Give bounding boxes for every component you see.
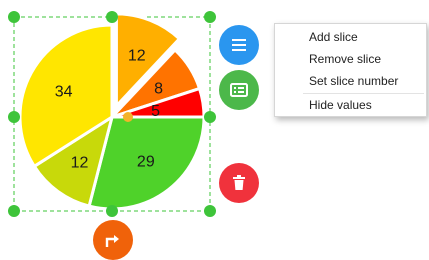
resize-handle[interactable]	[204, 11, 216, 23]
data-table-icon	[230, 83, 248, 97]
connector-arrow-icon	[105, 235, 119, 247]
resize-handle[interactable]	[204, 205, 216, 217]
trash-icon	[233, 175, 245, 190]
menu-item-hide-values[interactable]: Hide values	[309, 98, 372, 112]
menu-item-set-slice-number[interactable]: Set slice number	[309, 74, 398, 88]
pie-value-label: 12	[71, 155, 89, 172]
edit-data-button[interactable]	[219, 70, 259, 110]
pie-pivot-handle[interactable]	[123, 112, 133, 122]
connector-button[interactable]	[93, 220, 133, 260]
hamburger-icon	[232, 39, 246, 51]
pie-slices[interactable]	[18, 12, 206, 211]
pie-value-label: 12	[128, 48, 146, 65]
resize-handle[interactable]	[106, 205, 118, 217]
pie-value-label: 8	[154, 80, 163, 97]
menu-item-add-slice[interactable]: Add slice	[309, 30, 358, 44]
pie-value-label: 5	[151, 103, 160, 120]
resize-handle[interactable]	[8, 111, 20, 123]
resize-handle[interactable]	[204, 111, 216, 123]
resize-handle[interactable]	[8, 11, 20, 23]
menu-item-remove-slice[interactable]: Remove slice	[309, 52, 381, 66]
pie-value-label: 29	[137, 154, 155, 171]
pie-value-label: 34	[55, 83, 73, 100]
menu-separator	[303, 93, 424, 94]
delete-button[interactable]	[219, 163, 259, 203]
menu-button[interactable]	[219, 25, 259, 65]
resize-handle[interactable]	[106, 11, 118, 23]
context-menu: Add slice Remove slice Set slice number …	[274, 23, 427, 117]
resize-handle[interactable]	[8, 205, 20, 217]
